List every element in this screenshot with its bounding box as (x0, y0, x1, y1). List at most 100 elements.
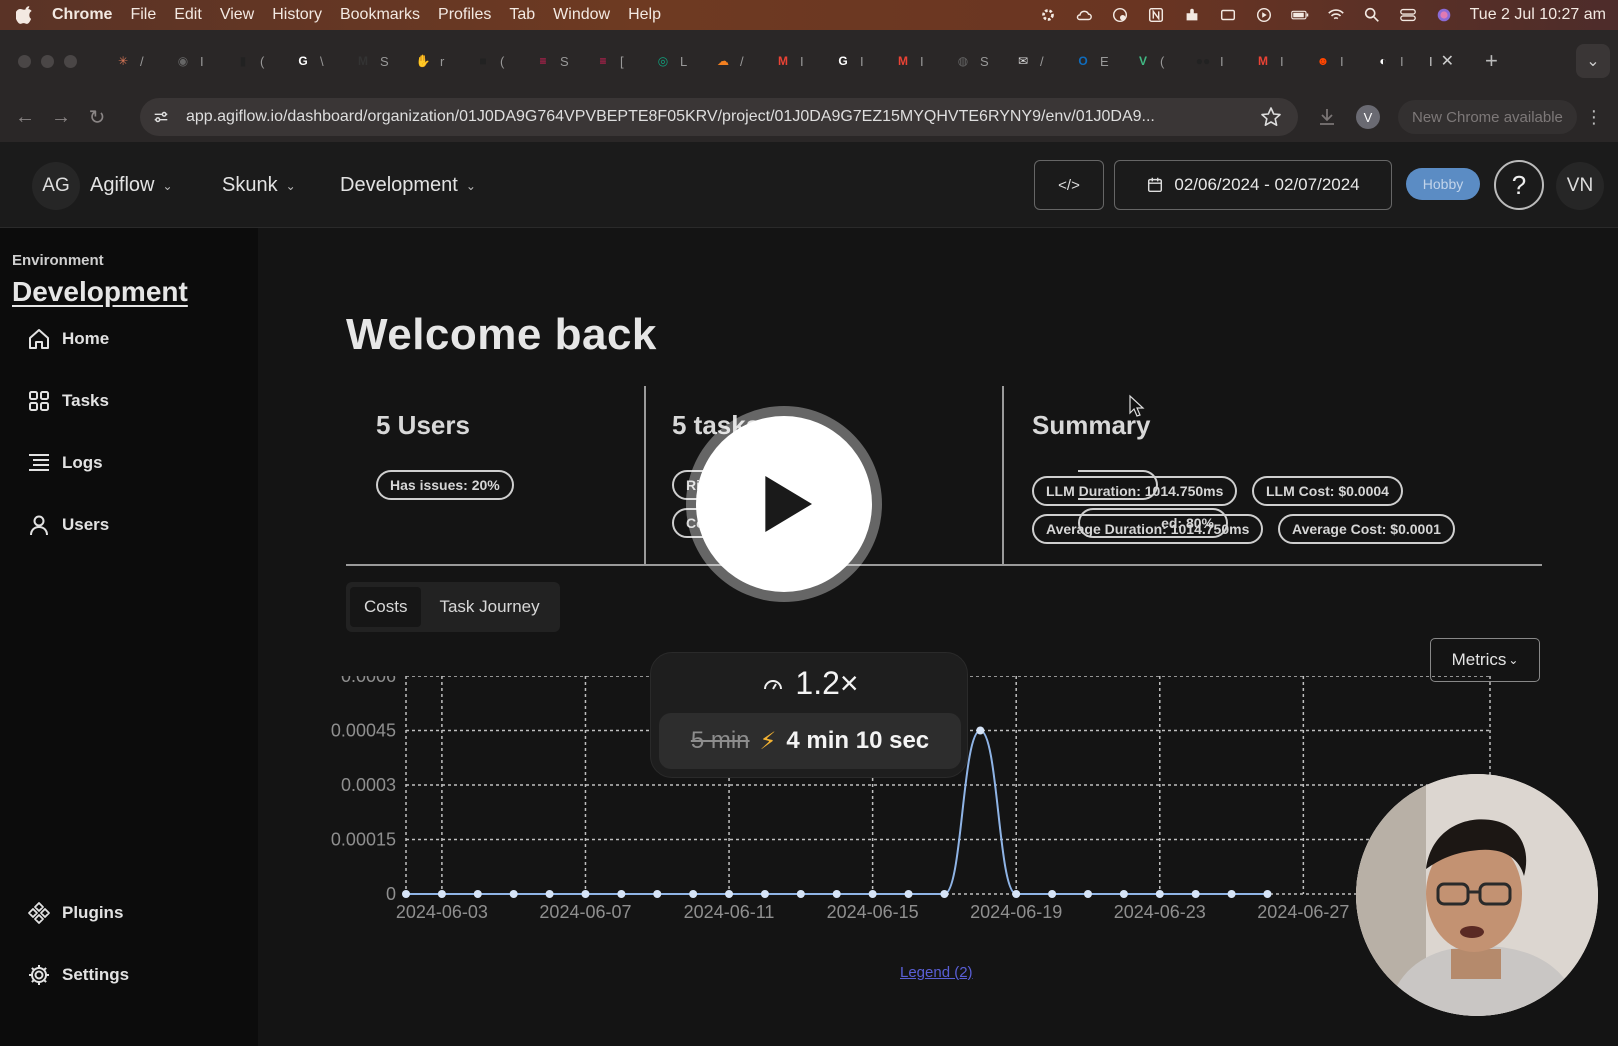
menu-bookmarks[interactable]: Bookmarks (340, 6, 420, 24)
play-button[interactable] (686, 406, 882, 602)
sidebar-item-logs[interactable]: Logs (26, 450, 103, 476)
environment-selector[interactable]: Development ⌄ (340, 174, 476, 197)
browser-tab[interactable]: ✉ / (1003, 44, 1063, 78)
average-cost-pill[interactable]: Average Cost: $0.0001 (1278, 514, 1455, 544)
spotlight-icon[interactable] (1362, 5, 1382, 25)
battery-icon[interactable] (1290, 5, 1310, 25)
browser-tab[interactable]: ☁ / (703, 44, 763, 78)
browser-tab[interactable]: ■( (463, 44, 523, 78)
address-bar[interactable]: app.agiflow.io/dashboard/organization/01… (140, 98, 1298, 136)
project-selector[interactable]: Skunk ⌄ (222, 174, 296, 197)
browser-tab[interactable]: ✋ r (403, 44, 463, 78)
google-icon: G (838, 54, 848, 68)
tab-task-journey[interactable]: Task Journey (425, 587, 553, 627)
zoom-window-button[interactable] (64, 54, 77, 68)
menu-view[interactable]: View (220, 6, 254, 24)
menu-history[interactable]: History (272, 6, 322, 24)
browser-tab[interactable]: ◍ S (943, 44, 1003, 78)
date-range-picker[interactable]: 02/06/2024 - 02/07/2024 (1114, 160, 1392, 210)
sidebar-item-home[interactable]: Home (26, 326, 109, 352)
menu-profiles[interactable]: Profiles (438, 6, 491, 24)
extension-status-icon[interactable] (1182, 5, 1202, 25)
chart-tabs: Costs Task Journey (346, 582, 560, 632)
sidebar-item-settings[interactable]: Settings (26, 962, 129, 988)
data-point (581, 890, 590, 898)
browser-tab[interactable]: ●● I (1183, 44, 1243, 78)
llm-duration-pill[interactable]: LLM Duration: 1014.750ms (1032, 476, 1238, 506)
legend-link[interactable]: Legend (2) (900, 964, 973, 981)
chrome-menu-icon[interactable]: ⋮ (1585, 107, 1603, 128)
bookmark-star-icon[interactable] (1260, 106, 1282, 128)
browser-tab[interactable]: ◎ L (643, 44, 703, 78)
new-tab-icon[interactable]: + (1485, 48, 1498, 74)
menu-help[interactable]: Help (628, 6, 661, 24)
org-name: Agiflow (90, 174, 155, 196)
site-info-icon[interactable] (152, 107, 172, 127)
browser-tab[interactable]: G \ (283, 44, 343, 78)
wifi-icon[interactable] (1326, 5, 1346, 25)
menubar-clock[interactable]: Tue 2 Jul 10:27 am (1470, 6, 1606, 24)
browser-tab[interactable]: MS (343, 44, 403, 78)
sidebar-item-users[interactable]: Users (26, 512, 109, 538)
cloud-status-icon[interactable] (1074, 5, 1094, 25)
user-avatar[interactable]: VN (1556, 162, 1604, 210)
reload-icon[interactable]: ↻ (86, 106, 108, 129)
sync-status-icon[interactable] (1110, 5, 1130, 25)
tab-costs[interactable]: Costs (350, 587, 422, 627)
y-tick-label: 0.00015 (331, 830, 396, 850)
tab-search-icon[interactable]: ⌄ (1576, 44, 1610, 78)
url-text[interactable]: app.agiflow.io/dashboard/organization/01… (186, 108, 1246, 126)
play-status-icon[interactable] (1254, 5, 1274, 25)
users-issues-pill[interactable]: Has issues: 20% (376, 470, 514, 500)
mouse-cursor-icon (1129, 394, 1145, 417)
menu-app-name[interactable]: Chrome (52, 6, 112, 24)
browser-tab[interactable]: MI (1243, 44, 1303, 78)
apple-icon[interactable] (16, 5, 38, 25)
browser-tab[interactable]: ☻ I (1303, 44, 1363, 78)
org-selector[interactable]: Agiflow ⌄ (90, 174, 173, 197)
browser-tab[interactable]: ◐ I (1363, 44, 1423, 78)
browser-tab[interactable]: MI (883, 44, 943, 78)
openai-icon: ◎ (657, 54, 669, 68)
profile-avatar[interactable]: V (1356, 105, 1380, 129)
browser-tab[interactable]: ◉ I (163, 44, 223, 78)
llm-cost-pill[interactable]: LLM Cost: $0.0004 (1252, 476, 1403, 506)
plan-badge[interactable]: Hobby (1406, 168, 1480, 200)
browser-tab[interactable]: MI (763, 44, 823, 78)
browser-tab[interactable]: ≡ S (523, 44, 583, 78)
environment-title[interactable]: Development (12, 276, 188, 308)
menu-file[interactable]: File (130, 6, 156, 24)
close-window-button[interactable] (18, 54, 31, 68)
browser-tab[interactable]: OE (1063, 44, 1123, 78)
active-tab[interactable]: I ✕ (1423, 44, 1465, 78)
chrome-update-button[interactable]: New Chrome available (1398, 100, 1577, 134)
sidebar-item-tasks[interactable]: Tasks (26, 388, 109, 414)
tab-title: S (380, 53, 389, 69)
forward-icon[interactable]: → (50, 106, 72, 128)
back-icon[interactable]: ← (14, 106, 36, 128)
average-duration-pill[interactable]: Average Duration: 1014.750ms (1032, 514, 1264, 544)
help-button[interactable]: ? (1494, 160, 1544, 210)
data-point (940, 890, 949, 898)
menu-window[interactable]: Window (553, 6, 610, 24)
control-center-icon[interactable] (1398, 5, 1418, 25)
org-avatar[interactable]: AG (32, 162, 80, 210)
minimize-window-button[interactable] (41, 54, 54, 68)
download-icon[interactable] (1316, 106, 1338, 128)
menu-edit[interactable]: Edit (174, 6, 202, 24)
browser-tab[interactable]: ✳ / (103, 44, 163, 78)
notion-status-icon[interactable] (1146, 5, 1166, 25)
gear-status-icon[interactable] (1038, 5, 1058, 25)
browser-tab[interactable]: GI (823, 44, 883, 78)
browser-tab[interactable]: ≡[ (583, 44, 643, 78)
window-status-icon[interactable] (1218, 5, 1238, 25)
browser-tab[interactable]: V( (1123, 44, 1183, 78)
code-button[interactable]: </> (1034, 160, 1104, 210)
siri-icon[interactable] (1434, 5, 1454, 25)
browser-tab[interactable]: ▮( (223, 44, 283, 78)
close-tab-icon[interactable]: ✕ (1441, 51, 1454, 71)
sidebar-item-plugins[interactable]: Plugins (26, 900, 123, 926)
menu-tab[interactable]: Tab (509, 6, 535, 24)
hand-icon: ✋ (415, 54, 431, 68)
vuejs-icon: V (1138, 54, 1147, 68)
